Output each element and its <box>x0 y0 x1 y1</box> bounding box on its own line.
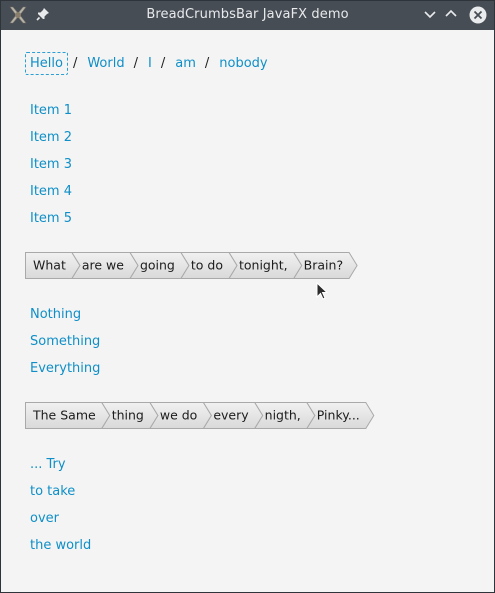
list-item[interactable]: Everything <box>30 361 100 388</box>
breadcrumb-segment-label: nigth, <box>265 408 301 423</box>
breadcrumb-separator: / <box>204 55 210 71</box>
breadcrumb-item-world[interactable]: World <box>83 52 128 75</box>
breadcrumb-item-am[interactable]: am <box>171 52 200 75</box>
breadcrumb-segment[interactable]: going <box>129 252 190 279</box>
breadcrumb-segment-label: thing <box>112 408 144 423</box>
breadcrumb-segment[interactable]: we do <box>148 402 212 429</box>
breadcrumb-segment-label: to do <box>191 258 223 273</box>
maximize-chevron-icon[interactable] <box>443 6 463 26</box>
nothing-list: Nothing Something Everything <box>30 307 100 388</box>
breadcrumb-bar-brain: Brain? tonight, to do going are we What <box>25 252 360 280</box>
breadcrumb-separator: / <box>160 55 166 71</box>
breadcrumb-segment-label: What <box>33 258 66 273</box>
breadcrumb-separator: / <box>133 55 138 71</box>
list-item[interactable]: over <box>30 511 91 538</box>
app-window: BreadCrumbsBar JavaFX demo Hello / World… <box>0 0 495 593</box>
breadcrumb-segment-label: we do <box>160 408 197 423</box>
list-item[interactable]: Something <box>30 334 100 361</box>
list-item[interactable]: the world <box>30 538 91 565</box>
list-item[interactable]: to take <box>30 484 91 511</box>
breadcrumb-segment-label: going <box>140 258 175 273</box>
breadcrumb-segment[interactable]: Pinky... <box>305 402 375 429</box>
title-bar[interactable]: BreadCrumbsBar JavaFX demo <box>1 1 494 30</box>
close-icon[interactable] <box>468 5 488 25</box>
list-item[interactable]: Item 2 <box>30 130 72 157</box>
breadcrumb-segment-label: tonight, <box>239 258 288 273</box>
item-list: Item 1 Item 2 Item 3 Item 4 Item 5 <box>30 103 72 238</box>
breadcrumb-segment-label: Brain? <box>304 258 343 273</box>
breadcrumb-segment[interactable]: are we <box>70 252 139 279</box>
list-item[interactable]: Item 3 <box>30 157 72 184</box>
list-item[interactable]: Item 4 <box>30 184 72 211</box>
breadcrumb-segment-label: The Same <box>32 408 96 423</box>
breadcrumb-segment[interactable]: nigth, <box>253 402 316 429</box>
breadcrumb-segment[interactable]: The Same <box>25 402 111 429</box>
breadcrumb-segment-label: are we <box>82 258 124 273</box>
list-item[interactable]: Nothing <box>30 307 100 334</box>
list-item[interactable]: Item 1 <box>30 103 72 130</box>
breadcrumb-segment-label: Pinky... <box>317 408 360 423</box>
content-area: Hello / World / I / am / nobody Item 1 I… <box>1 30 494 592</box>
breadcrumb-segment[interactable]: tonight, <box>228 252 303 279</box>
breadcrumb-item-nobody[interactable]: nobody <box>215 52 271 75</box>
breadcrumb-segment[interactable]: every <box>202 402 264 429</box>
list-item[interactable]: Item 5 <box>30 211 72 238</box>
breadcrumb-item-i[interactable]: I <box>144 52 156 75</box>
minimize-chevron-icon[interactable] <box>422 6 442 26</box>
breadcrumb-segment[interactable]: Brain? <box>292 252 358 279</box>
breadcrumb: Hello / World / I / am / nobody <box>25 50 272 76</box>
window-title: BreadCrumbsBar JavaFX demo <box>146 7 349 22</box>
breadcrumb-segment-label: every <box>213 408 249 423</box>
list-item[interactable]: ... Try <box>30 457 91 484</box>
breadcrumb-separator: / <box>72 55 78 71</box>
mouse-pointer-icon <box>316 281 330 306</box>
world-list: ... Try to take over the world <box>30 457 91 565</box>
breadcrumb-item-hello[interactable]: Hello <box>25 51 68 75</box>
breadcrumb-segment[interactable]: What <box>25 252 81 279</box>
breadcrumb-bar-pinky: Pinky... nigth, every we do thing The Same <box>25 402 376 430</box>
